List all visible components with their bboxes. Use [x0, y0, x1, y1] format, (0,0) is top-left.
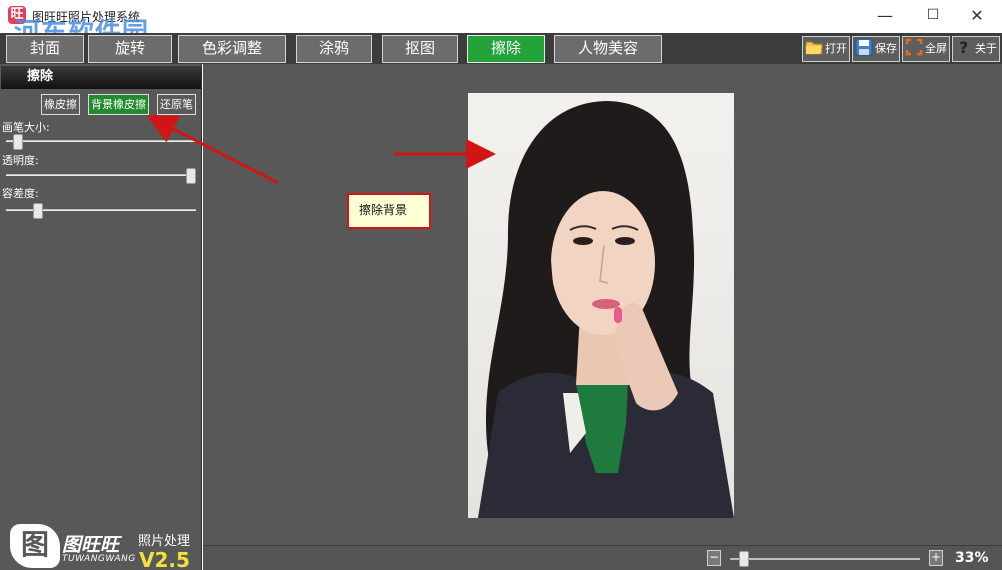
tab-rotate[interactable]: 旋转 — [88, 35, 172, 63]
erase-sidebar: 擦除 橡皮擦 背景橡皮擦 还原笔 画笔大小: 透明度: 容差度: 图 图旺旺 T… — [0, 64, 202, 570]
logo-name: 图旺旺 — [62, 534, 120, 556]
question-mark-icon: ? — [955, 38, 973, 57]
zoom-out-button[interactable]: − — [707, 550, 721, 566]
tab-doodle[interactable]: 涂鸦 — [296, 35, 372, 63]
zoom-value: 33% — [955, 550, 989, 566]
tolerance-slider[interactable] — [6, 203, 196, 219]
brush-size-label: 画笔大小: — [2, 121, 50, 134]
zoom-slider-thumb[interactable] — [739, 551, 749, 567]
logo-badge: 图 — [10, 524, 60, 568]
logo-product: 照片处理 — [138, 534, 191, 549]
fullscreen-icon — [905, 38, 923, 56]
image-canvas[interactable]: 擦除背景 — [203, 64, 1002, 545]
slider-thumb[interactable] — [186, 168, 196, 184]
zoom-slider-track — [730, 558, 920, 560]
brand-logo: 图 图旺旺 TUWANGWANG 照片处理 V2.5 — [0, 516, 202, 570]
tab-erase[interactable]: 擦除 — [467, 35, 545, 63]
save-label: 保存 — [875, 42, 897, 55]
portrait-photo[interactable] — [468, 93, 734, 518]
zoom-bar: − + 33% — [203, 545, 1002, 570]
erase-background-tooltip: 擦除背景 — [347, 193, 431, 229]
zoom-in-button[interactable]: + — [929, 550, 943, 566]
svg-text:?: ? — [959, 38, 968, 56]
maximize-button[interactable]: ☐ — [910, 0, 956, 33]
tolerance-label: 容差度: — [2, 187, 39, 200]
slider-track — [6, 174, 196, 176]
opacity-slider[interactable] — [6, 168, 196, 184]
panel-title: 擦除 — [1, 66, 201, 89]
floppy-disk-icon — [855, 38, 873, 56]
folder-icon — [805, 38, 823, 56]
slider-thumb[interactable] — [33, 203, 43, 219]
brush-size-slider[interactable] — [6, 134, 196, 150]
restore-brush-button[interactable]: 还原笔 — [157, 94, 196, 115]
open-label: 打开 — [825, 42, 847, 55]
opacity-label: 透明度: — [2, 154, 39, 167]
open-button[interactable]: 打开 — [802, 36, 850, 62]
close-button[interactable]: ✕ — [954, 0, 1000, 33]
slider-track — [6, 140, 196, 142]
about-label: 关于 — [975, 42, 997, 55]
logo-subtitle: TUWANGWANG — [62, 554, 136, 564]
background-eraser-button[interactable]: 背景橡皮擦 — [88, 94, 149, 115]
tab-color-adjust[interactable]: 色彩调整 — [178, 35, 286, 63]
tab-cover[interactable]: 封面 — [6, 35, 84, 63]
tab-beauty[interactable]: 人物美容 — [554, 35, 662, 63]
zoom-slider[interactable] — [730, 551, 920, 567]
about-button[interactable]: ? 关于 — [952, 36, 1000, 62]
eraser-button[interactable]: 橡皮擦 — [41, 94, 80, 115]
fullscreen-button[interactable]: 全屏 — [902, 36, 950, 62]
main-tab-bar: 封面 旋转 色彩调整 涂鸦 抠图 擦除 人物美容 打开 保存 全屏 ? 关于 — [0, 33, 1002, 64]
tab-cutout[interactable]: 抠图 — [382, 35, 458, 63]
title-bar: 旺 图旺旺照片处理系统 河东软件园 — ☐ ✕ — [0, 0, 1002, 48]
version-label: V2.5 — [139, 548, 190, 570]
fullscreen-label: 全屏 — [925, 42, 947, 55]
slider-thumb[interactable] — [13, 134, 23, 150]
minimize-button[interactable]: — — [862, 0, 908, 33]
save-button[interactable]: 保存 — [852, 36, 900, 62]
